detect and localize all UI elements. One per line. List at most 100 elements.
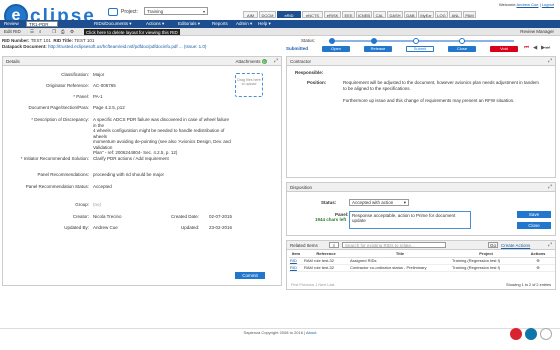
edit-rid-label: Edit RID	[4, 29, 21, 34]
rid-header: RID Number: TEST 101 RID Title: TEST 101	[2, 38, 95, 43]
expand-icon[interactable]: ⤢	[274, 57, 278, 66]
menu-editorials[interactable]: Editorials ▾	[178, 20, 200, 28]
position-label: Position:	[307, 80, 327, 85]
settings-icon[interactable]: ⚙	[70, 28, 74, 36]
datapack-link[interactable]: http://trusted.eclipsesoft.us/hcfteam/ei…	[48, 44, 206, 49]
details-panel: Details Attachments 0 ⤢ Drag files here …	[2, 56, 282, 286]
project-label: Project:	[121, 9, 138, 15]
void-button[interactable]: Void	[490, 46, 518, 52]
menu-actions[interactable]: Actions ▾	[146, 20, 164, 28]
row-item[interactable]: RID	[289, 264, 303, 272]
chars-left-counter: 1944 chars left	[315, 217, 347, 222]
module-tab-myezr[interactable]: MyEzr	[418, 11, 434, 18]
module-tab-icneb[interactable]: ICNEB	[356, 11, 372, 18]
responsible-label: Responsible:	[295, 70, 324, 75]
copy-icon[interactable]: ❐	[52, 28, 56, 36]
close-status-button[interactable]: Close	[448, 46, 476, 52]
menu-admin[interactable]: Admin ▾	[236, 20, 252, 28]
status-current: Submitted	[286, 46, 308, 51]
edit-toolbar: Edit RID ☰ ⌕ ❐ ⎙ ⚙ Click here to delete …	[0, 28, 560, 36]
submit-button[interactable]: Submit	[406, 46, 434, 52]
review-manager-label: Review Manager	[520, 29, 554, 34]
row-title: Assigned RIDs	[349, 257, 451, 265]
row-actions-icon[interactable]: ⊕	[521, 257, 555, 265]
first-record-icon[interactable]: ⏮	[524, 45, 529, 52]
contractor-header: Contractor ⤢	[287, 57, 555, 66]
module-tab-log[interactable]: LOG	[435, 11, 448, 18]
module-tab-dccm[interactable]: DCCM	[259, 11, 276, 18]
module-tab-pam[interactable]: PAM	[463, 11, 476, 18]
user-link[interactable]: Andrew Cue	[516, 2, 538, 7]
about-link[interactable]: About	[306, 330, 316, 335]
chevron-down-icon: ▾	[403, 200, 406, 205]
project-select[interactable]: Training ▾	[144, 7, 208, 15]
release-button[interactable]: Release	[364, 46, 392, 52]
search-icon[interactable]: ⌕	[329, 242, 339, 248]
related-items-panel: Related Items ⌕ Search for existing RIDs…	[286, 240, 556, 290]
module-tab-cal[interactable]: CAL	[373, 11, 386, 18]
table-row: RID RAM role test-32 Assigned RIDs Train…	[289, 257, 555, 265]
pinterest-icon[interactable]	[510, 328, 522, 340]
commit-button[interactable]: Commit	[235, 272, 265, 279]
contractor-panel: Contractor ⤢ Responsible: Position: Requ…	[286, 56, 556, 178]
welcome-text: Welcome Andrew Cue | Logout	[498, 2, 554, 7]
expand-icon[interactable]: ⤢	[548, 57, 552, 66]
module-tab-encts[interactable]: eNCTS	[302, 11, 323, 18]
save-button[interactable]: Save	[517, 211, 551, 218]
list-icon[interactable]: ☰	[30, 28, 34, 36]
step-dot-submit	[413, 38, 419, 44]
position-text-2: Furthermore up issue and this change of …	[343, 98, 515, 103]
previous-record-icon[interactable]: ◀	[533, 45, 537, 51]
related-search-input[interactable]: Search for existing RIDs to relate...	[342, 242, 446, 248]
close-button[interactable]: Close	[517, 222, 551, 229]
status-workflow: Status: Submitted Open Release Submit Cl…	[286, 38, 556, 52]
datapack-document: Datapack Document: http://trusted.eclips…	[2, 44, 207, 49]
details-header: Details Attachments 0 ⤢	[3, 57, 281, 66]
menu-rids-documents[interactable]: RIDs/Documents ▾	[94, 20, 132, 28]
chevron-down-icon: ▾	[202, 9, 205, 14]
status-label: Status:	[301, 38, 316, 43]
next-record-icon[interactable]: ▶⏭	[541, 45, 550, 52]
print-icon[interactable]: ⎙	[61, 28, 65, 36]
row-project: Training (Regression test f)	[451, 264, 521, 272]
disposition-panel-textarea[interactable]: Response acceptable, action to Prime for…	[349, 211, 471, 229]
row-project: Training (Regression test f)	[451, 257, 521, 265]
showing-entries: Showing 1 to 2 of 2 entries	[506, 283, 551, 287]
row-item[interactable]: RID	[289, 257, 303, 265]
open-button[interactable]: Open	[322, 46, 350, 52]
related-items-table: Item Reference Title Project Actions RID…	[289, 251, 555, 272]
module-tab-eee[interactable]: EEE	[342, 11, 355, 18]
linkedin-icon[interactable]	[525, 328, 537, 340]
footer: Sapienza Copyright 2008 to 2016 | About	[0, 328, 560, 336]
create-actions-link[interactable]: Create Actions	[501, 241, 530, 250]
module-tab-erisk[interactable]: eRISK	[324, 11, 341, 18]
related-items-header: Related Items ⌕ Search for existing RIDs…	[287, 241, 555, 250]
file-dropzone[interactable]: Drag files here to upload	[235, 73, 263, 97]
layout-notice[interactable]: Click here to delete layout for viewing …	[84, 29, 180, 35]
disposition-panel: Disposition ⤢ Status: Accepted with acti…	[286, 182, 556, 236]
review-label: Review	[4, 21, 19, 26]
pager[interactable]: First Previous 1 Next Last	[291, 283, 334, 289]
expand-icon[interactable]: ⤢	[548, 183, 552, 192]
table-row: RID RAM role test-32 Contractor co-ordin…	[289, 264, 555, 272]
review-select[interactable]: TR1-PDR	[26, 21, 58, 27]
module-tab-dash[interactable]: DASH	[387, 11, 403, 18]
logout-link[interactable]: Logout	[542, 2, 554, 7]
menu-help[interactable]: Help ▾	[258, 20, 271, 28]
search-icon[interactable]: ⌕	[39, 28, 42, 36]
chat-icon[interactable]	[540, 328, 552, 340]
go-button[interactable]: Go	[488, 242, 498, 248]
module-tab-anl[interactable]: ANL	[449, 11, 462, 18]
row-title: Contractor co-ordinator status - Prelimi…	[349, 264, 451, 272]
disposition-status-select[interactable]: Accepted with action ▾	[349, 199, 409, 206]
expand-icon[interactable]: ⤢	[548, 241, 552, 250]
menu-reports[interactable]: Reports	[212, 20, 228, 28]
module-tab-erid[interactable]: eRID	[277, 11, 301, 18]
module-tab-aim[interactable]: AIM	[243, 11, 258, 18]
step-dot-open	[329, 38, 335, 44]
attachments-label: Attachments 0	[235, 59, 267, 64]
row-actions-icon[interactable]: ⊕	[521, 264, 555, 272]
module-tab-dab[interactable]: DAB	[404, 11, 417, 18]
disposition-status-label: Status:	[321, 200, 337, 205]
row-reference: RAM role test-32	[303, 257, 349, 265]
